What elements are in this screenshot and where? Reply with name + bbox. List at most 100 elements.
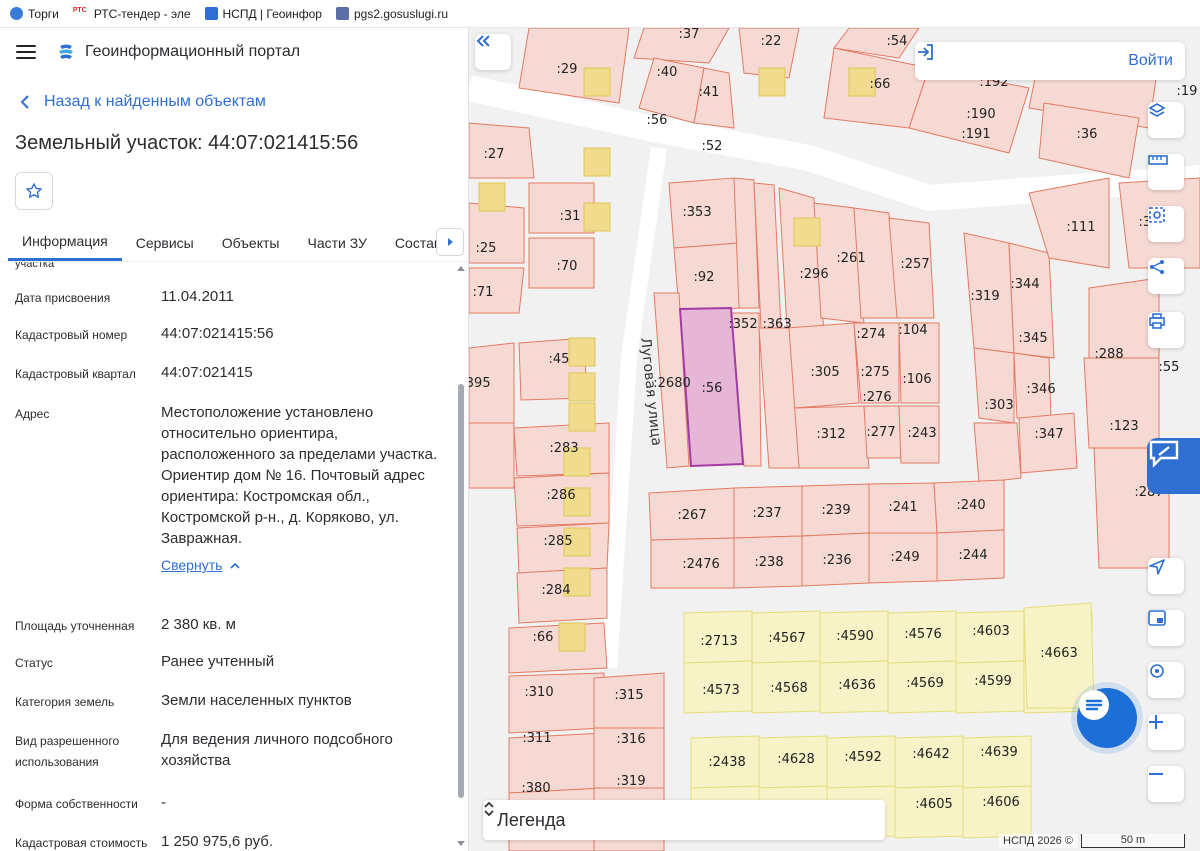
print-icon bbox=[1149, 313, 1165, 329]
cadastral-map[interactable]: :29:40:41:37:22:54:66:56:52:192:190:191:… bbox=[469, 28, 1200, 851]
parcel-label: :274 bbox=[856, 327, 885, 342]
parcel-label: :4663 bbox=[1040, 646, 1077, 661]
print-button[interactable] bbox=[1148, 312, 1184, 348]
minimap-button[interactable] bbox=[1148, 610, 1184, 646]
parcel-label: :66 bbox=[870, 77, 891, 92]
bookmark-torgi[interactable]: Торги bbox=[10, 7, 59, 21]
cut-label: участка bbox=[15, 262, 55, 270]
parcel-label: :56 bbox=[647, 113, 668, 128]
parcel-label: :276 bbox=[862, 390, 891, 405]
parcel-label: :344 bbox=[1010, 277, 1039, 292]
parcel-label: :243 bbox=[907, 426, 936, 441]
favorite-button[interactable] bbox=[15, 172, 53, 210]
parcel-label: :315 bbox=[614, 688, 643, 703]
scroll-thumb[interactable] bbox=[458, 384, 464, 798]
row-value: 2 380 кв. м bbox=[161, 616, 236, 633]
parcel-label: :237 bbox=[752, 506, 781, 521]
building bbox=[793, 217, 821, 247]
tab-services[interactable]: Сервисы bbox=[122, 224, 208, 261]
parcel-label: :19 bbox=[1177, 84, 1198, 99]
parcel-label: :2438 bbox=[708, 755, 745, 770]
emblem-icon bbox=[335, 7, 349, 20]
parcel-label: :4642 bbox=[912, 747, 949, 762]
parcel-label: :284 bbox=[541, 583, 570, 598]
row-key: Адрес bbox=[15, 407, 50, 421]
tab-info[interactable]: Информация bbox=[8, 224, 122, 261]
bookmark-nspd[interactable]: НСПД | Геоинфор bbox=[204, 7, 322, 21]
yellow-parcel[interactable] bbox=[894, 785, 964, 839]
object-tabs: Информация Сервисы Объекты Части ЗУ Сост… bbox=[0, 224, 468, 262]
tab-objects[interactable]: Объекты bbox=[208, 224, 294, 261]
row-value: 44:07:021415:56 bbox=[161, 325, 274, 342]
parcel-44[interactable] bbox=[469, 422, 515, 489]
parcel-label: :311 bbox=[522, 731, 551, 746]
row-key: Форма собственности bbox=[15, 797, 138, 811]
row-value: Земли населенных пунктов bbox=[161, 692, 352, 709]
parcel-label: :27 bbox=[484, 147, 505, 162]
chat-icon bbox=[1079, 690, 1109, 720]
ruler-button[interactable] bbox=[1148, 154, 1184, 190]
parcel-label: :236 bbox=[822, 553, 851, 568]
panel-scrollbar[interactable] bbox=[456, 262, 466, 851]
parcel-36[interactable] bbox=[1018, 412, 1078, 474]
parcel-label: :66 bbox=[533, 630, 554, 645]
collapse-link[interactable]: Свернуть bbox=[161, 555, 240, 576]
parcel-label: :104 bbox=[898, 323, 927, 338]
parcel-label: :2713 bbox=[700, 634, 737, 649]
building bbox=[758, 67, 786, 97]
scroll-up-icon bbox=[457, 266, 465, 271]
legend-toggle[interactable]: Легенда bbox=[483, 800, 885, 840]
parcel-label: :25 bbox=[476, 241, 497, 256]
parcel-40[interactable] bbox=[1083, 357, 1160, 449]
nspd-icon bbox=[204, 7, 218, 20]
portal-logo[interactable]: Геоинформационный портал bbox=[56, 42, 300, 62]
row-value: 11.04.2011 bbox=[161, 288, 234, 305]
chat-button[interactable] bbox=[1077, 688, 1137, 748]
info-row: Форма собственности - bbox=[15, 792, 445, 815]
parcel-label: :363 bbox=[762, 317, 791, 332]
info-list: участка Дата присвоения 11.04.2011 Кадаст… bbox=[0, 262, 456, 851]
yellow-parcel[interactable] bbox=[962, 785, 1032, 839]
location-icon bbox=[1150, 664, 1164, 678]
tabs-scroll-button[interactable] bbox=[436, 228, 464, 256]
location-search-button[interactable] bbox=[1148, 662, 1184, 698]
parcel-label: :316 bbox=[616, 732, 645, 747]
parcel-label: :346 bbox=[1026, 382, 1055, 397]
bookmark-rts[interactable]: РТС РТС-тендер - эле bbox=[72, 7, 191, 21]
parcel-label: :267 bbox=[677, 508, 706, 523]
select-area-button[interactable] bbox=[1148, 206, 1184, 242]
feedback-icon bbox=[1149, 440, 1179, 468]
tab-parts[interactable]: Части ЗУ bbox=[293, 224, 380, 261]
parcel-label: :52 bbox=[702, 139, 723, 154]
locate-button[interactable] bbox=[1148, 558, 1184, 594]
row-key: Площадь уточненная bbox=[15, 619, 135, 633]
login-button[interactable]: Войти bbox=[915, 42, 1185, 80]
layers-button[interactable] bbox=[1148, 102, 1184, 138]
parcel-label: :319 bbox=[970, 289, 999, 304]
parcel-50[interactable] bbox=[508, 622, 608, 674]
parcel-label: :4639 bbox=[980, 745, 1017, 760]
parcel-label: :22 bbox=[761, 34, 782, 49]
menu-icon[interactable] bbox=[16, 45, 36, 59]
building bbox=[568, 402, 596, 432]
plus-icon bbox=[1149, 715, 1163, 729]
yellow-parcel[interactable] bbox=[894, 735, 964, 789]
parcel-label: :288 bbox=[1094, 347, 1123, 362]
gosuslugi-feedback-tab[interactable] bbox=[1147, 438, 1200, 494]
yellow-parcel[interactable] bbox=[962, 735, 1032, 789]
back-link[interactable]: Назад к найденным объектам bbox=[0, 76, 468, 128]
zoom-out-button[interactable] bbox=[1148, 766, 1184, 802]
row-key: Кадастровая стоимость bbox=[15, 836, 148, 850]
bookmark-gosuslugi[interactable]: pgs2.gosuslugi.ru bbox=[335, 7, 448, 21]
scale-bar: 50 m bbox=[1081, 834, 1185, 848]
share-button[interactable] bbox=[1148, 258, 1184, 294]
row-value: Местоположение установлено относительно … bbox=[161, 404, 438, 547]
collapse-panel-button[interactable] bbox=[475, 34, 511, 70]
zoom-in-button[interactable] bbox=[1148, 714, 1184, 750]
parcel-51[interactable] bbox=[508, 672, 605, 734]
parcel-37[interactable] bbox=[973, 422, 1022, 484]
parcel-label: :41 bbox=[699, 85, 720, 100]
star-icon bbox=[26, 183, 42, 198]
row-value: 44:07:021415 bbox=[161, 364, 253, 381]
minus-icon bbox=[1149, 773, 1163, 775]
